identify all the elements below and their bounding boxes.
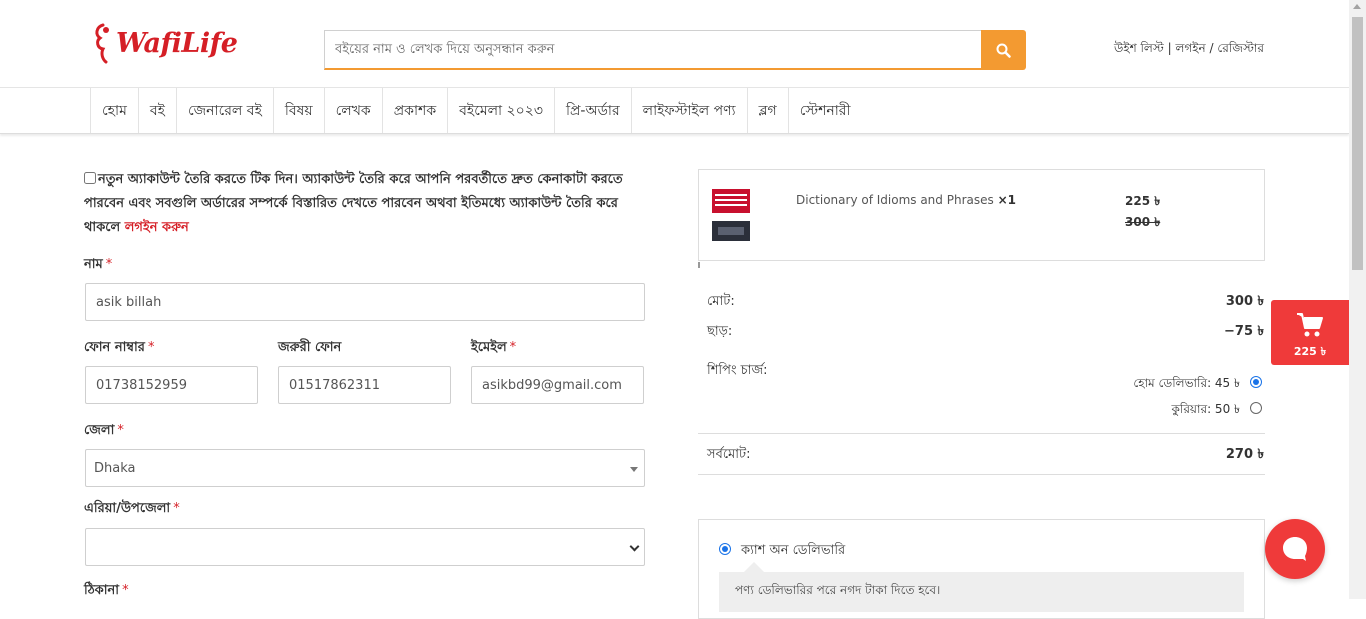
required-mark: *: [147, 340, 155, 355]
site-logo[interactable]: WafiLife: [92, 18, 238, 68]
login-link[interactable]: লগইন: [1175, 41, 1205, 55]
alt-phone-field[interactable]: 01517862311: [278, 366, 451, 404]
district-label-text: জেলা: [84, 423, 115, 438]
name-label-text: নাম: [84, 257, 103, 272]
discount-label: ছাড়:: [707, 324, 733, 339]
required-mark: *: [173, 501, 180, 516]
address-label-text: ঠিকানা: [84, 583, 120, 598]
required-mark: *: [117, 423, 124, 438]
book-old-price: 300 ৳: [1125, 215, 1161, 229]
nav-item-lifestyle[interactable]: লাইফস্টাইল পণ্য: [630, 88, 747, 133]
scroll-thumb[interactable]: [1352, 17, 1363, 270]
area-select[interactable]: [85, 528, 645, 566]
cod-note: পণ্য ডেলিভারির পরে নগদ টাকা দিতে হবে।: [719, 572, 1244, 612]
create-account-row: নতুন অ্যাকাউন্ট তৈরি করতে টিক দিন। অ্যাক…: [84, 168, 646, 240]
shipping-home-radio[interactable]: [1250, 376, 1262, 388]
separator: /: [1209, 41, 1214, 55]
separator: |: [1167, 41, 1172, 55]
nav-item-authors[interactable]: লেখক: [323, 88, 382, 133]
nav-item-publishers[interactable]: প্রকাশক: [381, 88, 447, 133]
divider-mark: [698, 262, 700, 268]
caret-down-icon: [630, 467, 638, 472]
email-field[interactable]: asikbd99@gmail.com: [471, 366, 644, 404]
shipping-courier-radio[interactable]: [1250, 402, 1262, 414]
district-select[interactable]: Dhaka: [85, 449, 645, 487]
divider: [698, 474, 1265, 475]
district-label: জেলা *: [84, 421, 124, 442]
area-label: এরিয়া/উপজেলা *: [84, 499, 180, 520]
book-title[interactable]: Dictionary of Idioms and Phrases ×1: [796, 193, 1016, 207]
create-account-checkbox[interactable]: [84, 172, 96, 184]
login-now-link[interactable]: লগইন করুন: [125, 220, 189, 235]
scroll-up-arrow-icon[interactable]: [1353, 4, 1361, 9]
register-link[interactable]: রেজিস্টার: [1217, 41, 1264, 55]
floating-cart-button[interactable]: 225 ৳: [1271, 300, 1349, 365]
shipping-label: শিপিং চার্জ:: [707, 363, 768, 378]
district-selected-value: Dhaka: [94, 460, 136, 476]
page-scrollbar[interactable]: [1349, 0, 1366, 599]
nav-item-subjects[interactable]: বিষয়: [272, 88, 324, 133]
logo-mark-icon: [95, 23, 109, 64]
book-price: 225 ৳: [1125, 194, 1161, 208]
create-account-text: নতুন অ্যাকাউন্ট তৈরি করতে টিক দিন। অ্যাক…: [84, 168, 646, 240]
site-header: WafiLife উইশ লিস্ট | লগইন / রেজিস্টার: [0, 0, 1349, 88]
search-button[interactable]: [981, 30, 1026, 70]
shipping-home-label: হোম ডেলিভারি: 45 ৳: [1133, 376, 1240, 390]
chevron-down-icon: [629, 541, 640, 552]
user-links: উইশ লিস্ট | লগইন / রেজিস্টার: [1114, 40, 1264, 60]
email-label-text: ইমেইল: [471, 340, 507, 355]
book-cover-image[interactable]: [712, 189, 750, 241]
area-label-text: এরিয়া/উপজেলা: [84, 501, 171, 516]
discount-value: −75 ৳: [1224, 324, 1264, 339]
book-quantity: ×1: [997, 193, 1016, 207]
phone-label: ফোন নাম্বার *: [84, 338, 154, 359]
required-mark: *: [105, 257, 113, 272]
chat-bubble-icon: [1283, 537, 1307, 561]
nav-item-books[interactable]: বই: [137, 88, 176, 133]
nav-item-blog[interactable]: ব্লগ: [746, 88, 788, 133]
subtotal-value: 300 ৳: [1225, 294, 1264, 309]
email-label: ইমেইল *: [471, 338, 516, 359]
phone-label-text: ফোন নাম্বার: [84, 340, 145, 355]
nav-item-book-fair[interactable]: বইমেলা ২০২৩: [447, 88, 554, 133]
cod-label[interactable]: ক্যাশ অন ডেলিভারি: [741, 541, 845, 562]
phone-field[interactable]: 01738152959: [85, 366, 258, 404]
total-label: সর্বমোট:: [707, 447, 751, 462]
search-icon: [996, 43, 1011, 58]
total-value: 270 ৳: [1225, 447, 1264, 462]
name-field[interactable]: asik billah: [85, 283, 645, 321]
nav-item-general-books[interactable]: জেনারেল বই: [175, 88, 273, 133]
cart-amount: 225 ৳: [1293, 345, 1327, 358]
shipping-courier-label: কুরিয়ার: 50 ৳: [1171, 402, 1241, 416]
chat-button[interactable]: [1265, 519, 1325, 579]
nav-item-pre-order[interactable]: প্রি-অর্ডার: [553, 88, 631, 133]
search-bar: [324, 30, 1026, 70]
payment-methods: ক্যাশ অন ডেলিভারি পণ্য ডেলিভারির পরে নগদ…: [698, 519, 1265, 619]
cod-radio[interactable]: [719, 543, 731, 555]
book-title-text: Dictionary of Idioms and Phrases: [796, 193, 994, 207]
required-mark: *: [509, 340, 517, 355]
divider: [698, 433, 1265, 434]
nav-item-home[interactable]: হোম: [90, 88, 138, 133]
required-mark: *: [122, 583, 129, 598]
main-nav: হোম বই জেনারেল বই বিষয় লেখক প্রকাশক বইম…: [0, 88, 1349, 134]
logo-text: WafiLife: [116, 27, 238, 59]
subtotal-label: মোট:: [707, 294, 735, 309]
nav-item-stationery[interactable]: স্টেশনারী: [787, 88, 862, 133]
wishlist-link[interactable]: উইশ লিস্ট: [1114, 41, 1164, 55]
cart-icon: [1297, 313, 1323, 337]
note-arrow: [744, 562, 764, 572]
order-item-box: Dictionary of Idioms and Phrases ×1 225 …: [698, 169, 1265, 261]
name-label: নাম *: [84, 255, 112, 276]
alt-phone-label: জরুরী ফোন: [278, 340, 342, 355]
search-input[interactable]: [324, 30, 981, 70]
